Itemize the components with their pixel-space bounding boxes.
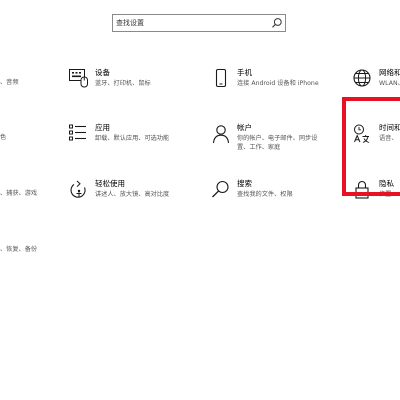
tile-ease-of-access-title: 轻松使用 — [95, 179, 125, 188]
tile-time-language[interactable]: 时间和 语音、 — [352, 123, 400, 155]
search-icon[interactable] — [271, 17, 283, 29]
tile-time-language-desc: 语音、 — [379, 135, 398, 142]
tile-devices[interactable]: 设备 蓝牙、打印机、鼠标 — [68, 68, 178, 100]
tile-network-desc: WLAN、 — [379, 80, 400, 87]
search-box[interactable] — [112, 14, 286, 32]
tile-apps-desc: 卸载、默认应用、可选功能 — [95, 135, 170, 142]
settings-home: 、音频 色 、捕获、游戏 、恢复、备份 设备 蓝牙、打印机、鼠标 手机 连接 A… — [0, 0, 400, 400]
tile-search-desc: 查找我的文件、权限 — [237, 191, 293, 198]
tile-accounts-desc: 你的帐户、电子邮件、同步设 置、工作、家庭 — [237, 135, 318, 151]
tile-privacy-desc: 位置、 — [379, 191, 398, 198]
tile-phone-desc: 连接 Android 设备和 iPhone — [237, 80, 319, 87]
tile-apps[interactable]: 应用 卸载、默认应用、可选功能 — [68, 123, 188, 155]
left-fragment-row3: 、捕获、游戏 — [0, 190, 38, 197]
tile-privacy[interactable]: 隐私 位置、 — [352, 179, 400, 211]
phone-icon — [215, 68, 227, 88]
apps-list-icon — [69, 124, 86, 141]
globe-icon — [353, 69, 371, 87]
tile-network[interactable]: 网络和 WLAN、 — [352, 68, 400, 100]
tile-devices-title: 设备 — [95, 68, 110, 77]
clock-language-icon — [354, 124, 370, 143]
lock-icon — [355, 180, 369, 199]
tile-accounts[interactable]: 帐户 你的帐户、电子邮件、同步设 置、工作、家庭 — [210, 123, 340, 155]
left-fragment-row1: 、音频 — [0, 79, 19, 86]
left-fragment-row2: 色 — [0, 134, 7, 141]
keyboard-device-icon — [69, 69, 88, 88]
tile-phone[interactable]: 手机 连接 Android 设备和 iPhone — [210, 68, 340, 100]
tile-phone-title: 手机 — [237, 68, 252, 77]
person-icon — [212, 125, 230, 144]
tile-time-language-title: 时间和 — [379, 123, 400, 132]
tile-ease-of-access[interactable]: 轻松使用 讲述人、放大镜、高对比度 — [68, 179, 198, 211]
search-input[interactable] — [116, 16, 266, 30]
tile-search[interactable]: 搜索 查找我的文件、权限 — [210, 179, 340, 211]
tile-apps-title: 应用 — [95, 123, 110, 132]
tile-search-title: 搜索 — [237, 179, 252, 188]
left-fragment-row4: 、恢复、备份 — [0, 246, 38, 253]
magnifier-icon — [212, 180, 229, 198]
ease-of-access-icon — [70, 180, 86, 198]
tile-network-title: 网络和 — [379, 68, 400, 77]
tile-ease-of-access-desc: 讲述人、放大镜、高对比度 — [95, 191, 170, 198]
tile-accounts-title: 帐户 — [237, 123, 252, 132]
tile-devices-desc: 蓝牙、打印机、鼠标 — [95, 80, 151, 87]
tile-privacy-title: 隐私 — [379, 179, 394, 188]
